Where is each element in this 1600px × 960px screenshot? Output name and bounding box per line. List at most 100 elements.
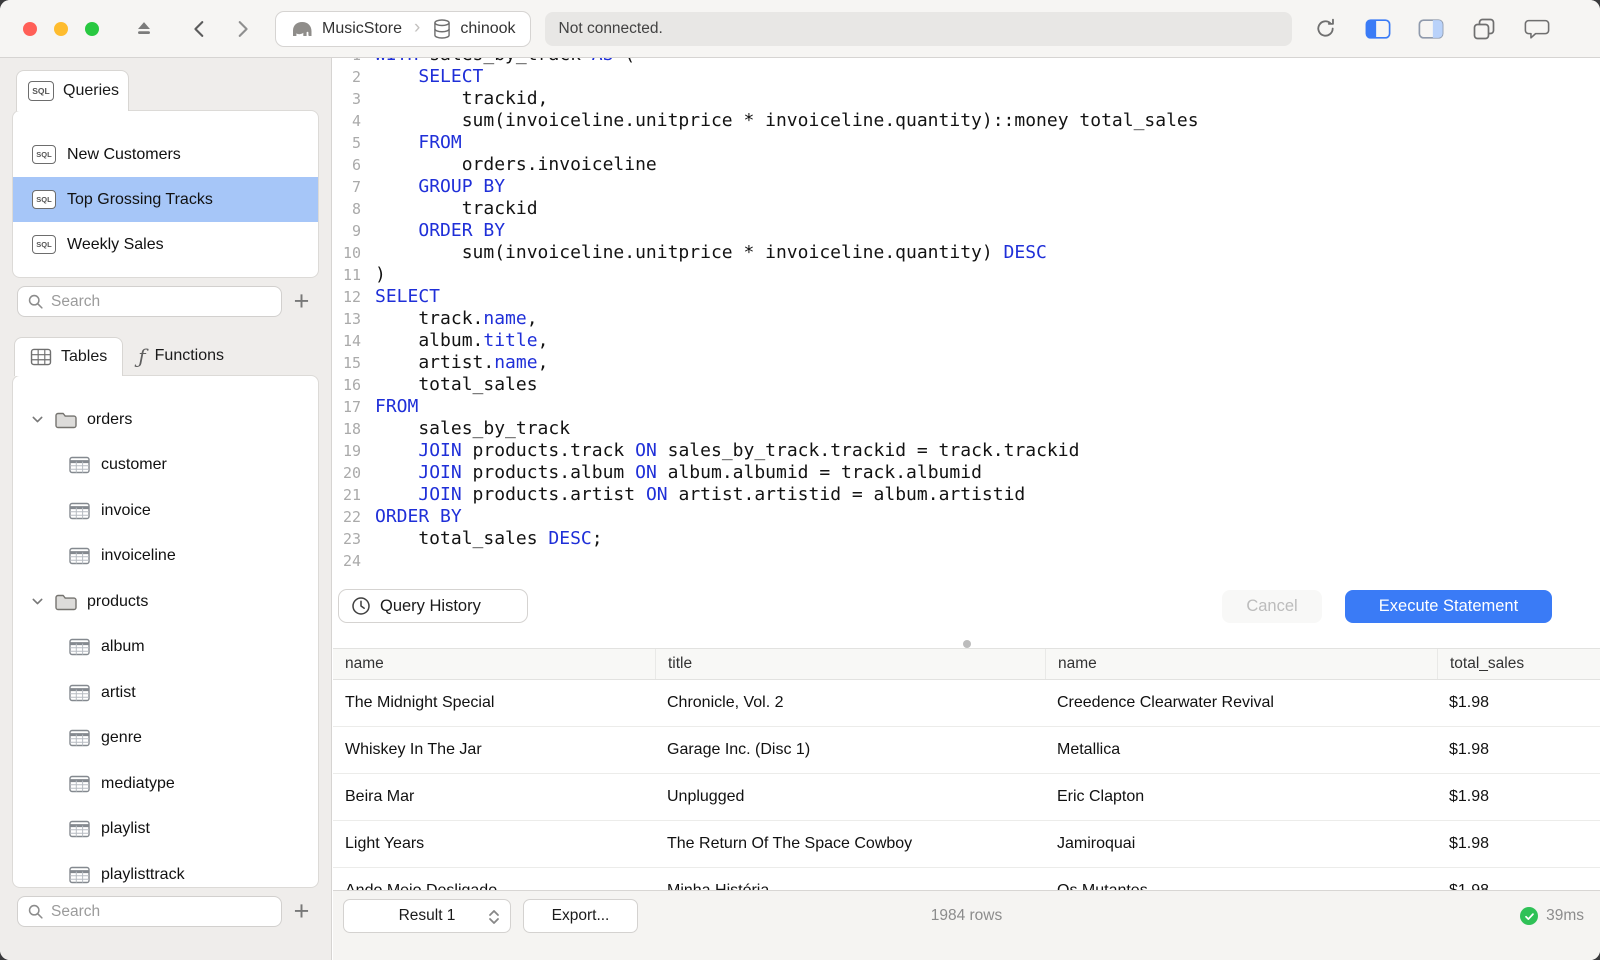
column-header[interactable]: name: [333, 649, 655, 679]
table-row[interactable]: The Midnight Special Chronicle, Vol. 2 Cre…: [333, 680, 1600, 727]
results-resize-divider[interactable]: [333, 640, 1600, 648]
sidebar-query-item[interactable]: SQL Weekly Sales: [13, 222, 318, 267]
code-line: 15 artist.name,: [333, 352, 1600, 374]
line-content: trackid,: [375, 88, 549, 109]
line-number: 20: [342, 464, 361, 482]
sidebar-query-item[interactable]: SQL New Customers: [13, 132, 318, 177]
tree-table-row[interactable]: invoiceline: [13, 534, 318, 580]
tab-functions[interactable]: ƒ Functions: [123, 337, 239, 375]
back-button[interactable]: [187, 16, 213, 42]
tree-folder-row[interactable]: orders: [13, 397, 318, 443]
eject-disconnect-button[interactable]: [131, 16, 157, 42]
feedback-button[interactable]: [1524, 16, 1550, 42]
cancel-button[interactable]: Cancel: [1222, 590, 1322, 623]
close-window-button[interactable]: [23, 21, 37, 36]
tree-folder-row[interactable]: products: [13, 579, 318, 625]
tree-table-row[interactable]: playlist: [13, 807, 318, 853]
table-cell[interactable]: Garage Inc. (Disc 1): [655, 727, 1045, 773]
tree-table-label: customer: [101, 456, 167, 474]
table-cell[interactable]: $1.98: [1437, 774, 1600, 820]
zoom-window-button[interactable]: [85, 21, 99, 36]
toggle-left-sidebar-button[interactable]: [1365, 16, 1391, 42]
table-cell[interactable]: Eric Clapton: [1045, 774, 1437, 820]
queries-search-row: Search +: [17, 286, 321, 317]
updown-chevrons-icon: [489, 910, 499, 924]
column-header[interactable]: name: [1045, 649, 1437, 679]
column-header[interactable]: total_sales: [1437, 649, 1600, 679]
tree-table-row[interactable]: artist: [13, 670, 318, 716]
table-row[interactable]: Beira Mar Unplugged Eric Clapton $1.98: [333, 774, 1600, 821]
line-content: sum(invoiceline.unitprice * invoiceline.…: [375, 242, 1047, 263]
tree-table-label: playlist: [101, 820, 150, 838]
line-number: 6: [351, 156, 361, 174]
line-number: 12: [342, 288, 361, 306]
folder-icon: [55, 412, 77, 428]
execute-statement-button[interactable]: Execute Statement: [1345, 590, 1552, 623]
disclosure-chevron-down-icon[interactable]: [30, 594, 45, 609]
table-cell[interactable]: Beira Mar: [333, 774, 655, 820]
tab-queries[interactable]: SQL Queries: [16, 70, 129, 111]
table-cell[interactable]: $1.98: [1437, 680, 1600, 726]
query-duration: 39ms: [1546, 907, 1584, 924]
table-cell[interactable]: Whiskey In The Jar: [333, 727, 655, 773]
line-number: 15: [342, 354, 361, 372]
windows-button[interactable]: [1471, 16, 1497, 42]
tab-tables[interactable]: Tables: [14, 337, 124, 376]
query-history-button[interactable]: Query History: [338, 589, 528, 623]
result-selector[interactable]: Result 1: [343, 899, 511, 933]
reload-button[interactable]: [1312, 16, 1338, 42]
toggle-right-sidebar-button[interactable]: [1418, 16, 1444, 42]
sql-file-icon: SQL: [28, 81, 54, 101]
table-cell[interactable]: Os Mutantes: [1045, 868, 1437, 890]
table-row[interactable]: Ando Meio DesligadoMinha HistóriaOs Muta…: [333, 868, 1600, 890]
forward-button[interactable]: [229, 16, 255, 42]
tables-search-input[interactable]: Search: [17, 896, 282, 927]
table-cell[interactable]: Light Years: [333, 821, 655, 867]
tree-table-row[interactable]: playlisttrack: [13, 852, 318, 887]
export-button[interactable]: Export...: [523, 899, 638, 933]
resize-handle[interactable]: [962, 640, 971, 648]
table-cell[interactable]: $1.98: [1437, 868, 1600, 890]
tree-table-row[interactable]: invoice: [13, 488, 318, 534]
clock-icon: [352, 597, 370, 615]
tree-table-row[interactable]: customer: [13, 443, 318, 489]
table-cell[interactable]: The Return Of The Space Cowboy: [655, 821, 1045, 867]
table-row[interactable]: Light Years The Return Of The Space Cowbo…: [333, 821, 1600, 868]
breadcrumb-database[interactable]: chinook: [432, 18, 516, 40]
add-table-button[interactable]: +: [282, 896, 321, 927]
table-row[interactable]: Whiskey In The Jar Garage Inc. (Disc 1) Me…: [333, 727, 1600, 774]
tree-table-row[interactable]: genre: [13, 716, 318, 762]
table-cell[interactable]: Jamiroquai: [1045, 821, 1437, 867]
table-cell[interactable]: Metallica: [1045, 727, 1437, 773]
disclosure-chevron-down-icon[interactable]: [30, 412, 45, 427]
line-content: SELECT: [418, 66, 484, 87]
tree-table-row[interactable]: album: [13, 625, 318, 671]
line-number: 13: [342, 310, 361, 328]
line-number: 7: [351, 178, 361, 196]
table-cell[interactable]: Unplugged: [655, 774, 1045, 820]
line-number: 23: [342, 530, 361, 548]
table-cell[interactable]: $1.98: [1437, 727, 1600, 773]
table-cell[interactable]: Minha História: [655, 868, 1045, 890]
tables-panel: orders customer invoice invoiceline prod…: [12, 375, 319, 888]
line-number: 24: [342, 552, 361, 570]
sidebar-query-item[interactable]: SQL Top Grossing Tracks: [13, 177, 318, 222]
table-cell[interactable]: The Midnight Special: [333, 680, 655, 726]
connection-status: Not connected.: [544, 11, 1292, 46]
table-cell[interactable]: $1.98: [1437, 821, 1600, 867]
query-item-label: New Customers: [67, 145, 181, 163]
table-icon: [69, 548, 90, 565]
code-line: 18 sales_by_track: [333, 418, 1600, 440]
table-cell[interactable]: Creedence Clearwater Revival: [1045, 680, 1437, 726]
breadcrumb-server[interactable]: MusicStore: [290, 18, 402, 40]
breadcrumb-server-label: MusicStore: [322, 19, 403, 37]
status-bar-left: Result 1 Export...: [343, 899, 638, 933]
tree-table-row[interactable]: mediatype: [13, 761, 318, 807]
table-cell[interactable]: Chronicle, Vol. 2: [655, 680, 1045, 726]
add-query-button[interactable]: +: [282, 286, 321, 317]
table-cell[interactable]: Ando Meio Desligado: [333, 868, 655, 890]
minimize-window-button[interactable]: [54, 21, 68, 36]
sql-editor[interactable]: 1 WITH sales_by_track AS ( 2 SELECT 3 tr…: [333, 58, 1600, 586]
queries-search-input[interactable]: Search: [17, 286, 282, 317]
column-header[interactable]: title: [655, 649, 1045, 679]
